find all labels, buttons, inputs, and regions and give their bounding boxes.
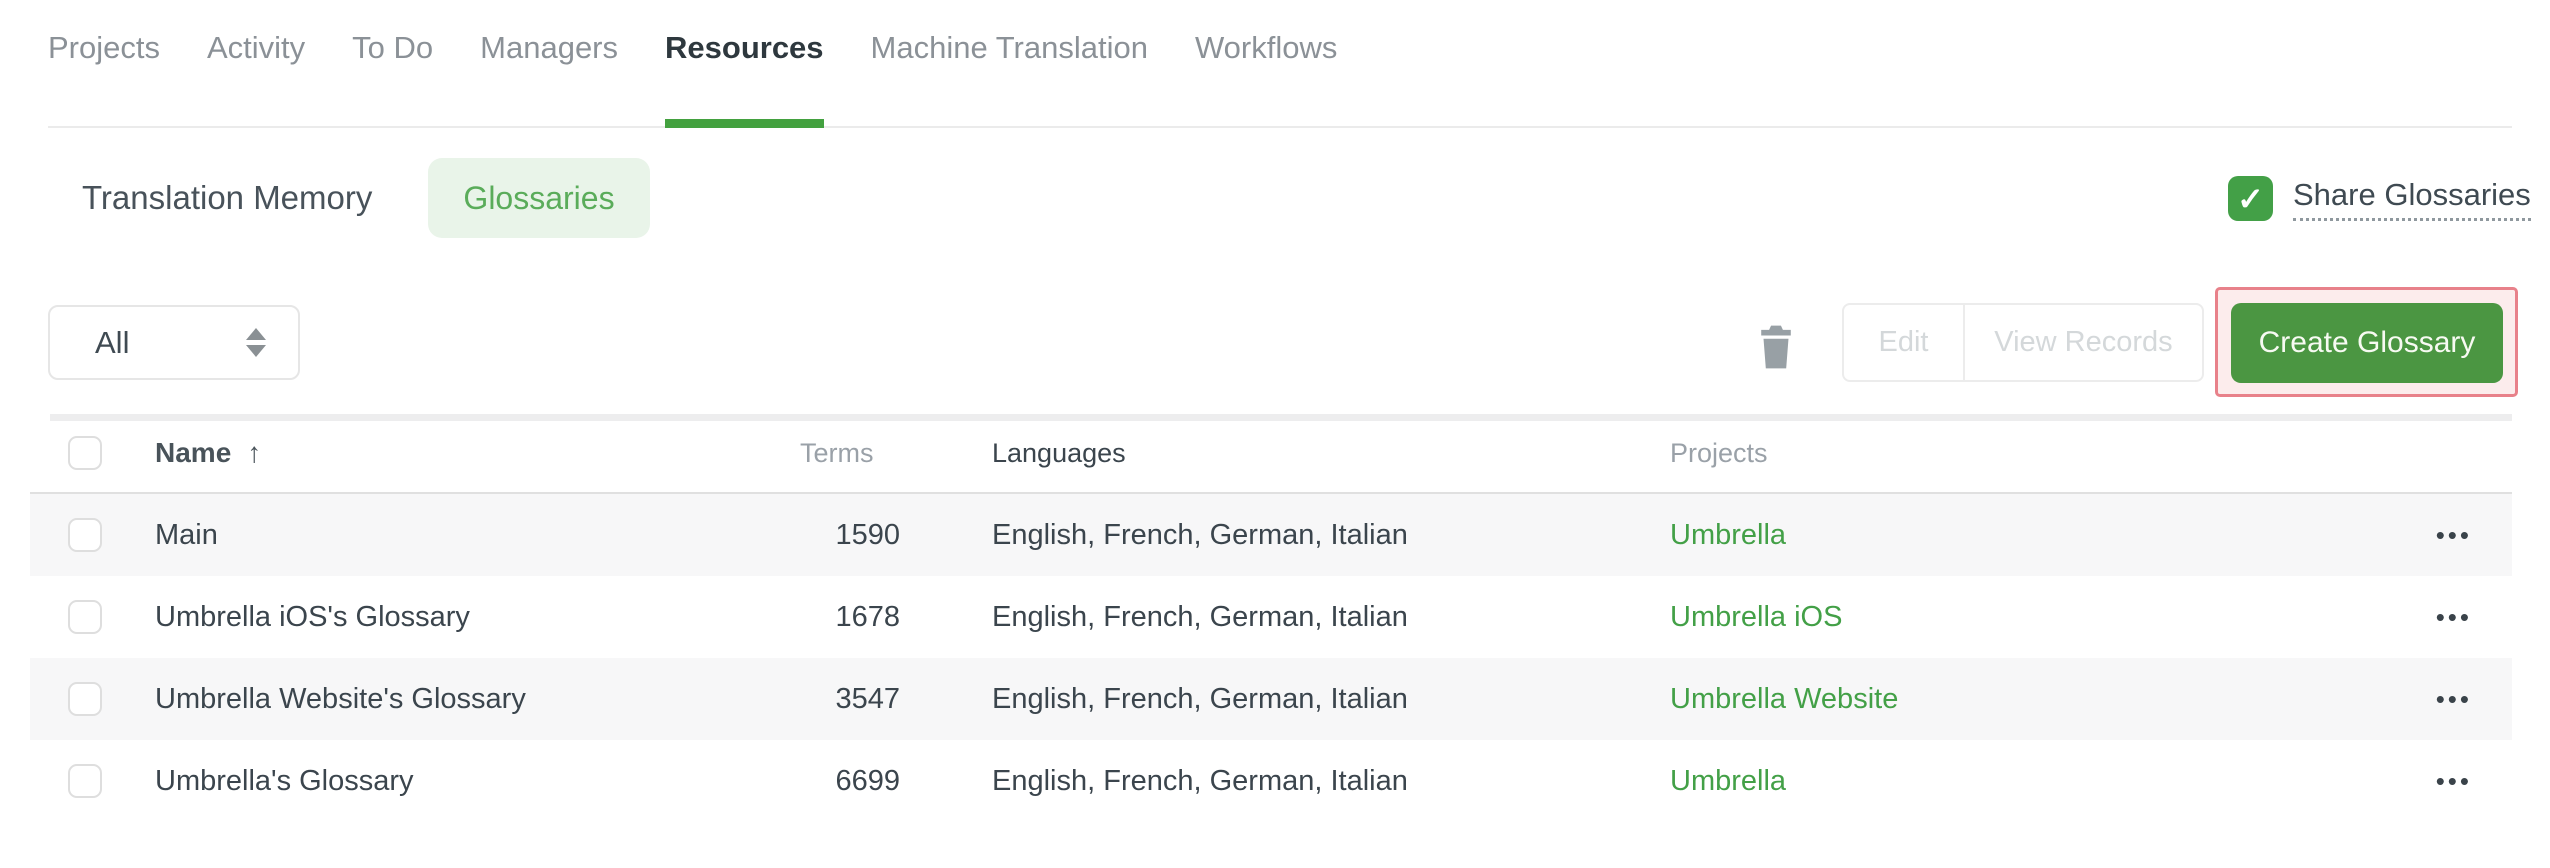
glossary-languages: English, French, German, Italian: [992, 600, 1408, 633]
tab-resources[interactable]: Resources: [665, 0, 824, 128]
delete-glossary-button[interactable]: [1756, 324, 1796, 370]
check-icon: ✓: [2237, 180, 2264, 217]
table-row[interactable]: Umbrella iOS's Glossary 1678 English, Fr…: [30, 576, 2512, 658]
glossary-name: Umbrella's Glossary: [155, 764, 414, 797]
column-header-languages[interactable]: Languages: [900, 438, 1608, 469]
project-link[interactable]: Umbrella Website: [1670, 683, 1898, 715]
tab-managers[interactable]: Managers: [480, 0, 618, 128]
row-checkbox[interactable]: [68, 600, 102, 634]
tab-glossaries[interactable]: Glossaries: [428, 158, 650, 238]
more-actions-icon[interactable]: •••: [2436, 520, 2472, 550]
glossary-terms-count: 1590: [835, 518, 900, 551]
project-link[interactable]: Umbrella iOS: [1670, 601, 1842, 633]
tab-activity[interactable]: Activity: [207, 0, 305, 128]
more-actions-icon[interactable]: •••: [2436, 602, 2472, 632]
glossary-name: Umbrella Website's Glossary: [155, 682, 526, 715]
tab-translation-memory[interactable]: Translation Memory: [82, 178, 372, 218]
glossary-name: Main: [155, 518, 218, 551]
more-actions-icon[interactable]: •••: [2436, 766, 2472, 796]
glossary-actions-group: Edit View Records: [1842, 303, 2204, 382]
row-checkbox[interactable]: [68, 518, 102, 552]
select-all-checkbox[interactable]: [68, 436, 102, 470]
row-checkbox[interactable]: [68, 764, 102, 798]
edit-button[interactable]: Edit: [1844, 305, 1965, 380]
column-header-terms[interactable]: Terms: [800, 438, 900, 469]
table-row[interactable]: Umbrella's Glossary 6699 English, French…: [30, 740, 2512, 822]
tab-projects[interactable]: Projects: [48, 0, 160, 128]
row-checkbox[interactable]: [68, 682, 102, 716]
share-glossaries-checkbox[interactable]: ✓: [2228, 176, 2273, 221]
select-arrows-icon: [246, 328, 266, 357]
glossary-filter-value: All: [95, 324, 130, 360]
view-records-button[interactable]: View Records: [1965, 305, 2202, 380]
column-header-projects[interactable]: Projects: [1608, 438, 2394, 469]
glossary-terms-count: 1678: [835, 600, 900, 633]
share-glossaries-toggle[interactable]: ✓ Share Glossaries: [2228, 176, 2531, 221]
glossaries-page: Projects Activity To Do Managers Resourc…: [0, 0, 2550, 868]
tab-machine-translation[interactable]: Machine Translation: [871, 0, 1148, 128]
glossary-filter-select[interactable]: All: [48, 305, 300, 380]
glossary-languages: English, French, German, Italian: [992, 518, 1408, 551]
table-row[interactable]: Umbrella Website's Glossary 3547 English…: [30, 658, 2512, 740]
sort-asc-icon: ↑: [247, 437, 262, 468]
table-header-row: Name ↑ Terms Languages Projects: [30, 414, 2512, 494]
table-top-divider: [50, 414, 2512, 421]
table-row[interactable]: Main 1590 English, French, German, Itali…: [30, 494, 2512, 576]
create-glossary-button[interactable]: Create Glossary: [2231, 303, 2503, 383]
tab-todo[interactable]: To Do: [352, 0, 433, 128]
more-actions-icon[interactable]: •••: [2436, 684, 2472, 714]
main-nav: Projects Activity To Do Managers Resourc…: [48, 0, 2512, 128]
tab-glossaries-label: Glossaries: [463, 179, 615, 216]
glossary-terms-count: 3547: [835, 682, 900, 715]
project-link[interactable]: Umbrella: [1670, 765, 1786, 797]
glossary-languages: English, French, German, Italian: [992, 682, 1408, 715]
column-header-name[interactable]: Name ↑: [155, 437, 800, 469]
tab-workflows[interactable]: Workflows: [1195, 0, 1337, 128]
glossary-name: Umbrella iOS's Glossary: [155, 600, 470, 633]
glossary-terms-count: 6699: [835, 764, 900, 797]
glossary-languages: English, French, German, Italian: [992, 764, 1408, 797]
share-glossaries-label: Share Glossaries: [2293, 176, 2531, 221]
project-link[interactable]: Umbrella: [1670, 519, 1786, 551]
trash-icon: [1756, 325, 1796, 374]
glossaries-table: Name ↑ Terms Languages Projects Main 1590…: [30, 414, 2512, 822]
